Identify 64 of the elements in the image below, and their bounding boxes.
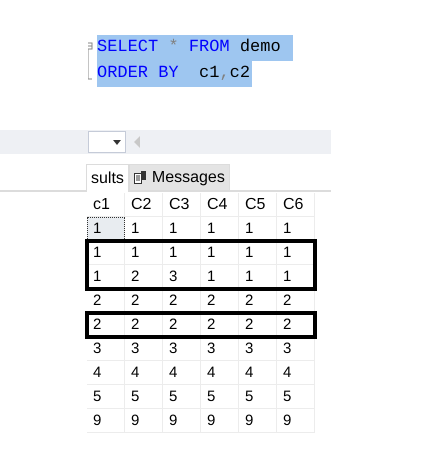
table-cell: 1 (87, 217, 125, 241)
table-cell: 1 (201, 265, 239, 289)
table-cell: 1 (87, 265, 125, 289)
table-cell: 5 (201, 385, 239, 409)
table-cell: 3 (163, 265, 201, 289)
table-cell: 4 (239, 361, 277, 385)
table-cell: 2 (277, 289, 315, 313)
table-cell: 1 (125, 217, 163, 241)
table-cell: 4 (163, 361, 201, 385)
results-tab[interactable]: Messages (128, 164, 230, 190)
table-cell: 2 (201, 289, 239, 313)
table-cell: 5 (277, 385, 315, 409)
table-cell: 1 (239, 241, 277, 265)
results-tab[interactable]: sults (86, 164, 129, 192)
column-header[interactable]: C3 (163, 193, 201, 217)
table-cell: 1 (239, 265, 277, 289)
table-cell: 9 (163, 409, 201, 433)
table-cell: 2 (163, 289, 201, 313)
table-cell: 1 (87, 241, 125, 265)
table-cell: 2 (239, 313, 277, 337)
table-cell: 3 (87, 337, 125, 361)
table-cell: 4 (87, 361, 125, 385)
dropdown[interactable] (88, 131, 126, 153)
table-cell: 1 (277, 217, 315, 241)
table-cell: 3 (201, 337, 239, 361)
table-cell: 2 (125, 313, 163, 337)
column-header[interactable]: C2 (125, 193, 163, 217)
table-cell: 1 (201, 217, 239, 241)
table-cell: 9 (125, 409, 163, 433)
table-cell: 4 (201, 361, 239, 385)
table-cell: 1 (163, 241, 201, 265)
table-cell: 1 (163, 217, 201, 241)
table-cell: 2 (87, 313, 125, 337)
table-cell: 1 (201, 241, 239, 265)
table-cell: 3 (239, 337, 277, 361)
table-cell: 2 (87, 289, 125, 313)
table-cell: 2 (239, 289, 277, 313)
table-cell: 1 (239, 217, 277, 241)
table-cell: 5 (163, 385, 201, 409)
table-cell: 2 (125, 289, 163, 313)
table-cell: 2 (163, 313, 201, 337)
table-cell: 2 (277, 313, 315, 337)
table-cell: 3 (163, 337, 201, 361)
table-cell: 5 (239, 385, 277, 409)
table-cell: 3 (277, 337, 315, 361)
table-cell: 4 (277, 361, 315, 385)
caret-icon (113, 140, 121, 144)
table-cell: 2 (201, 313, 239, 337)
column-header[interactable]: C4 (201, 193, 239, 217)
table-cell: 9 (87, 409, 125, 433)
table-cell: 2 (125, 265, 163, 289)
table-cell: 5 (87, 385, 125, 409)
table-cell: 3 (125, 337, 163, 361)
table-cell: 9 (239, 409, 277, 433)
table-cell: 9 (277, 409, 315, 433)
messages-icon (134, 171, 146, 184)
table-cell: 1 (125, 241, 163, 265)
column-header[interactable]: C6 (277, 193, 315, 217)
table-cell: 1 (277, 241, 315, 265)
column-header[interactable]: C5 (239, 193, 277, 217)
table-cell: 9 (201, 409, 239, 433)
table-cell: 4 (125, 361, 163, 385)
table-cell: 5 (125, 385, 163, 409)
table-cell: 1 (277, 265, 315, 289)
